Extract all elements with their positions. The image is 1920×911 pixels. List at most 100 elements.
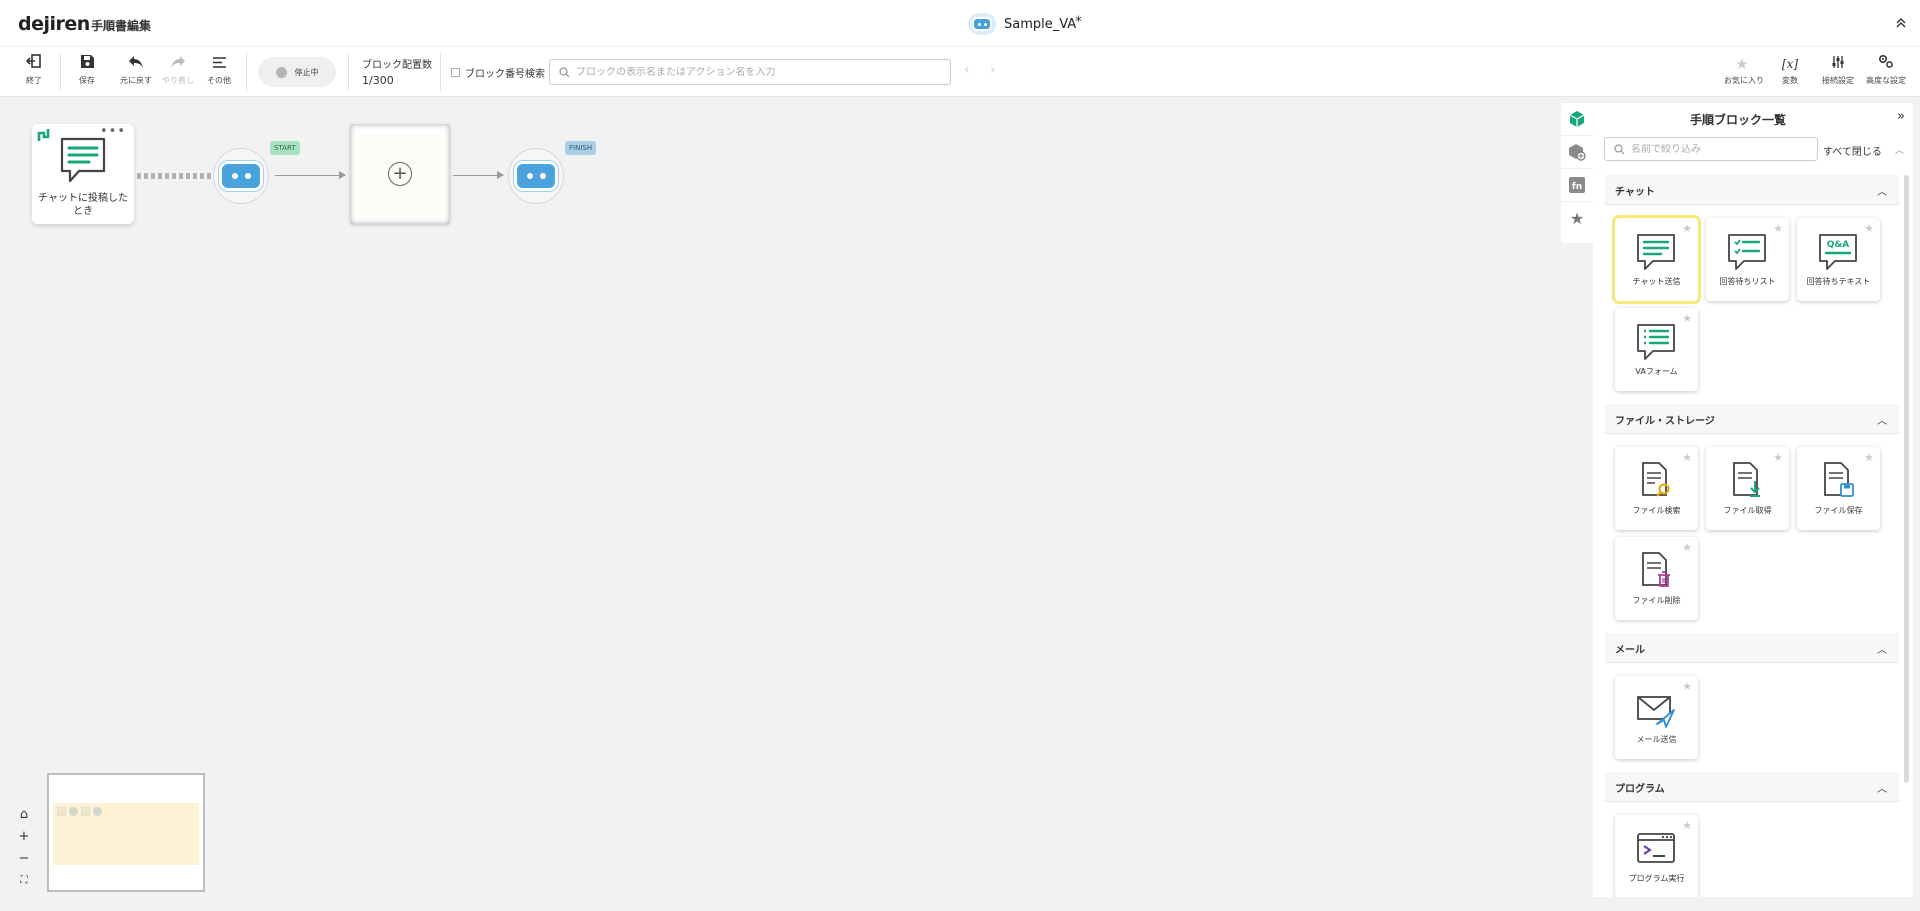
undo-label: 元に戻す xyxy=(120,76,152,85)
exit-icon xyxy=(12,53,56,75)
connector-arrow xyxy=(453,171,504,179)
block-tile-va-form[interactable]: ★ VAフォーム xyxy=(1615,308,1698,391)
block-tile-chat-send[interactable]: ★ チャット送信 xyxy=(1615,218,1698,301)
minimap[interactable] xyxy=(47,773,205,892)
chevron-up-icon: ︿ xyxy=(1877,187,1887,198)
star-icon[interactable]: ★ xyxy=(1682,680,1692,693)
connection-settings-label: 接続設定 xyxy=(1822,76,1854,85)
chevron-up-icon: ︿ xyxy=(1877,645,1887,656)
undo-icon xyxy=(114,53,158,75)
block-tile-answer-list[interactable]: ★ 回答待ちリスト xyxy=(1706,218,1789,301)
more-button[interactable]: その他 xyxy=(197,53,241,86)
scrollbar[interactable] xyxy=(1904,175,1909,783)
star-icon[interactable]: ★ xyxy=(1682,819,1692,832)
finish-tag: FINISH xyxy=(565,141,597,155)
menu-lines-icon xyxy=(197,53,241,75)
advanced-settings-label: 高度な設定 xyxy=(1866,76,1906,85)
favorites-tab-icon[interactable]: ★ xyxy=(1561,202,1593,235)
redo-button[interactable]: やり直し xyxy=(156,53,200,86)
checkbox[interactable] xyxy=(451,68,460,77)
save-button[interactable]: 保存 xyxy=(65,53,109,86)
undo-button[interactable]: 元に戻す xyxy=(114,53,158,86)
search-icon xyxy=(1614,140,1625,159)
status-dot-icon xyxy=(275,66,287,78)
star-icon[interactable]: ★ xyxy=(1682,451,1692,464)
block-tile-mail-send[interactable]: ★ メール送信 xyxy=(1615,676,1698,759)
file-delete-icon xyxy=(1642,552,1670,587)
va-title: Sample_VA xyxy=(968,13,1076,35)
block-list-panel: 手順ブロック一覧 » すべて閉じる ︿ チャット ︿ ★ チャット送信 ★ 回答… xyxy=(1593,103,1913,897)
star-icon[interactable]: ★ xyxy=(1864,451,1874,464)
next-result-button[interactable]: › xyxy=(990,62,996,78)
page-title: 手順書編集 xyxy=(91,19,152,33)
block-search-box[interactable] xyxy=(549,59,951,85)
block-tile-qa-text[interactable]: ★ Q&A 回答待ちテキスト xyxy=(1797,218,1880,301)
start-node[interactable] xyxy=(213,148,269,204)
chevron-up-icon: ︿ xyxy=(1877,416,1887,427)
run-status-toggle[interactable]: 停止中 xyxy=(258,57,336,87)
block-tile-file-save[interactable]: ★ ファイル保存 xyxy=(1797,447,1880,530)
zoom-controls: ⌂ + − ⛶ xyxy=(14,805,34,893)
section-body-file-storage: ★ ファイル検索 ★ ファイル取得 ★ ファイル保存 ★ ファイル削除 xyxy=(1605,434,1899,629)
plus-icon[interactable]: + xyxy=(388,162,412,186)
block-number-search-toggle[interactable]: ブロック番号検索 xyxy=(451,65,545,80)
redo-label: やり直し xyxy=(162,76,194,85)
block-tile-file-search[interactable]: ★ ファイル検索 xyxy=(1615,447,1698,530)
advanced-settings-button[interactable]: 高度な設定 xyxy=(1866,53,1906,86)
block-filter-box[interactable] xyxy=(1604,137,1818,161)
save-icon xyxy=(65,53,109,75)
block-filter-input[interactable] xyxy=(1631,143,1811,155)
va-name: Sample_VA xyxy=(1004,16,1077,32)
connection-settings-button[interactable]: 接続設定 xyxy=(1821,53,1855,86)
star-icon: ★ xyxy=(1735,55,1749,73)
star-icon[interactable]: ★ xyxy=(1682,312,1692,325)
close-all-button[interactable]: すべて閉じる xyxy=(1823,143,1882,158)
external-blocks-tab-icon[interactable] xyxy=(1561,136,1593,169)
section-body-chat: ★ チャット送信 ★ 回答待ちリスト ★ Q&A 回答待ちテキスト ★ VAフォ… xyxy=(1605,205,1899,400)
star-icon[interactable]: ★ xyxy=(1773,222,1783,235)
tile-label: メール送信 xyxy=(1636,735,1677,744)
add-block-slot[interactable]: + xyxy=(350,124,450,224)
app-header: dejiren 手順書編集 Sample_VA * xyxy=(0,0,1920,47)
search-icon xyxy=(559,63,570,82)
fit-screen-icon[interactable]: ⛶ xyxy=(14,871,34,891)
dejiren-logo: dejiren xyxy=(18,13,90,35)
mail-send-icon xyxy=(1637,696,1675,728)
panel-tabs: fn ★ xyxy=(1561,103,1593,243)
blocks-tab-icon[interactable] xyxy=(1561,103,1593,136)
zoom-out-button[interactable]: − xyxy=(14,849,34,869)
function-tab-icon[interactable]: fn xyxy=(1561,169,1593,202)
tile-label: ファイル検索 xyxy=(1632,506,1681,515)
start-tag: START xyxy=(270,141,300,155)
section-header-mail[interactable]: メール ︿ xyxy=(1605,633,1899,663)
redo-icon xyxy=(156,53,200,75)
star-icon[interactable]: ★ xyxy=(1773,451,1783,464)
star-icon[interactable]: ★ xyxy=(1682,222,1692,235)
section-body-mail: ★ メール送信 xyxy=(1605,663,1899,768)
section-header-program[interactable]: プログラム ︿ xyxy=(1605,772,1899,802)
tile-label: プログラム実行 xyxy=(1628,874,1685,883)
variables-button[interactable]: [x] 変数 xyxy=(1778,53,1802,86)
block-tile-file-download[interactable]: ★ ファイル取得 xyxy=(1706,447,1789,530)
star-icon[interactable]: ★ xyxy=(1682,541,1692,554)
sliders-icon xyxy=(1821,53,1855,75)
chevron-double-up-icon[interactable] xyxy=(1896,18,1906,31)
block-search-input[interactable] xyxy=(576,66,936,78)
chevron-up-icon[interactable]: ︿ xyxy=(1895,143,1904,156)
collapse-panel-icon[interactable]: » xyxy=(1897,109,1905,124)
exit-button[interactable]: 終了 xyxy=(12,53,56,86)
chat-trigger-block[interactable]: ••• チャットに投稿したとき xyxy=(32,124,134,224)
svg-text:Q&A: Q&A xyxy=(1827,240,1849,250)
block-tile-program-run[interactable]: ★ プログラム実行 xyxy=(1615,815,1698,897)
program-run-icon xyxy=(1637,833,1675,863)
favorites-button[interactable]: ★ お気に入り xyxy=(1724,53,1764,86)
star-icon[interactable]: ★ xyxy=(1864,222,1874,235)
finish-node[interactable] xyxy=(508,148,564,204)
section-header-file-storage[interactable]: ファイル・ストレージ ︿ xyxy=(1605,404,1899,434)
section-header-chat[interactable]: チャット ︿ xyxy=(1605,175,1899,205)
zoom-in-button[interactable]: + xyxy=(14,827,34,847)
block-tile-file-delete[interactable]: ★ ファイル削除 xyxy=(1615,537,1698,620)
home-icon[interactable]: ⌂ xyxy=(14,805,34,825)
file-save-icon xyxy=(1824,462,1854,497)
prev-result-button[interactable]: ‹ xyxy=(964,62,970,78)
